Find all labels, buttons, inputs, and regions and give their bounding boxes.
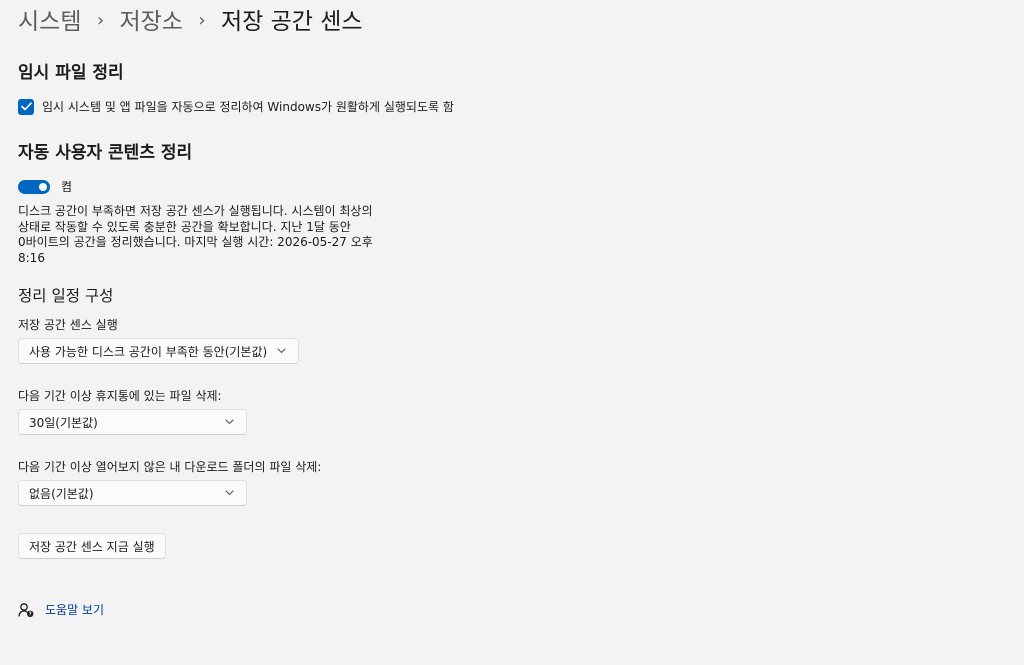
recycle-bin-dropdown[interactable]: 30일(기본값) <box>18 409 247 435</box>
storage-sense-page: 시스템 › 저장소 › 저장 공간 센스 임시 파일 정리 임시 시스템 및 앱… <box>0 0 1024 665</box>
chevron-down-icon <box>277 348 286 354</box>
downloads-label: 다음 기간 이상 열어보지 않은 내 다운로드 폴더의 파일 삭제: <box>18 460 322 474</box>
breadcrumb-chevron-icon: › <box>198 10 206 31</box>
schedule-title: 정리 일정 구성 <box>18 287 114 305</box>
temp-files-title: 임시 파일 정리 <box>18 63 124 83</box>
temp-files-checkbox-row: 임시 시스템 및 앱 파일을 자동으로 정리하여 Windows가 원활하게 실… <box>18 98 454 115</box>
run-storage-sense-now-button[interactable]: 저장 공간 센스 지금 실행 <box>18 533 166 559</box>
svg-text:?: ? <box>29 611 32 617</box>
auto-cleanup-description: 디스크 공간이 부족하면 저장 공간 센스가 실행됩니다. 시스템이 최상의 상… <box>18 204 373 265</box>
auto-cleanup-title: 자동 사용자 콘텐츠 정리 <box>18 143 193 163</box>
downloads-dropdown-value: 없음(기본값) <box>29 486 94 501</box>
toggle-knob <box>39 182 47 191</box>
help-link[interactable]: 도움말 보기 <box>45 601 104 618</box>
help-row: ? 도움말 보기 <box>18 601 104 618</box>
chevron-down-icon <box>225 490 234 496</box>
recycle-bin-dropdown-value: 30일(기본값) <box>29 415 98 430</box>
chevron-down-icon <box>225 419 234 425</box>
checkmark-icon <box>20 102 32 111</box>
help-person-icon: ? <box>18 602 34 618</box>
run-dropdown[interactable]: 사용 가능한 디스크 공간이 부족한 동안(기본값) <box>18 338 300 364</box>
breadcrumb-storage[interactable]: 저장소 <box>119 10 182 34</box>
breadcrumb-chevron-icon: › <box>96 10 105 31</box>
temp-files-checkbox[interactable] <box>18 98 34 115</box>
breadcrumb: 시스템 › 저장소 › 저장 공간 센스 <box>18 4 363 40</box>
auto-cleanup-toggle-row: 켬 <box>18 178 72 195</box>
run-dropdown-value: 사용 가능한 디스크 공간이 부족한 동안(기본값) <box>29 344 268 359</box>
run-label: 저장 공간 센스 실행 <box>18 318 118 332</box>
page-title: 저장 공간 센스 <box>220 8 363 35</box>
breadcrumb-system[interactable]: 시스템 <box>18 10 81 34</box>
auto-cleanup-toggle[interactable] <box>18 179 50 194</box>
recycle-bin-label: 다음 기간 이상 휴지통에 있는 파일 삭제: <box>18 389 222 403</box>
downloads-dropdown[interactable]: 없음(기본값) <box>18 480 247 506</box>
toggle-state-label: 켬 <box>61 180 73 194</box>
temp-files-checkbox-label: 임시 시스템 및 앱 파일을 자동으로 정리하여 Windows가 원활하게 실… <box>42 100 454 114</box>
